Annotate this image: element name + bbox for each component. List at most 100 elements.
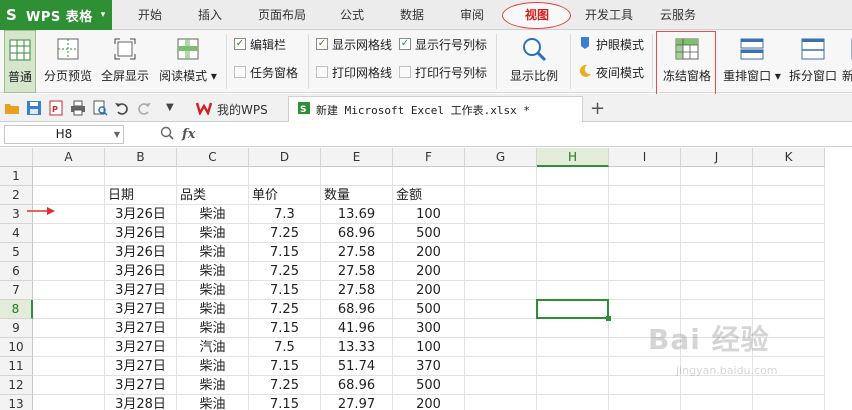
cell-h3[interactable] bbox=[537, 205, 609, 224]
cell-h4[interactable] bbox=[537, 224, 609, 243]
cell-a1[interactable] bbox=[33, 167, 105, 186]
insert-function-button[interactable]: fx bbox=[182, 127, 195, 142]
cell-b1[interactable] bbox=[105, 167, 177, 186]
column-header-h[interactable]: H bbox=[537, 148, 609, 167]
cell-f2[interactable]: 金额 bbox=[393, 186, 465, 205]
cell-k3[interactable] bbox=[753, 205, 825, 224]
cell-j8[interactable] bbox=[681, 300, 753, 319]
cell-a13[interactable] bbox=[33, 395, 105, 410]
cell-e5[interactable]: 27.58 bbox=[321, 243, 393, 262]
cell-j3[interactable] bbox=[681, 205, 753, 224]
cell-e4[interactable]: 68.96 bbox=[321, 224, 393, 243]
zoom-formula-icon[interactable] bbox=[160, 126, 174, 143]
cell-k13[interactable] bbox=[753, 395, 825, 410]
cell-b10[interactable]: 3月27日 bbox=[105, 338, 177, 357]
column-header-e[interactable]: E bbox=[321, 148, 393, 167]
cell-c4[interactable]: 柴油 bbox=[177, 224, 249, 243]
task-pane-toggle[interactable]: 任务窗格 bbox=[234, 63, 298, 81]
cell-e9[interactable]: 41.96 bbox=[321, 319, 393, 338]
cell-a12[interactable] bbox=[33, 376, 105, 395]
cell-k4[interactable] bbox=[753, 224, 825, 243]
row-header[interactable]: 4 bbox=[0, 224, 33, 243]
cell-g9[interactable] bbox=[465, 319, 537, 338]
cell-d11[interactable]: 7.15 bbox=[249, 357, 321, 376]
cell-f11[interactable]: 370 bbox=[393, 357, 465, 376]
cell-d2[interactable]: 单价 bbox=[249, 186, 321, 205]
cell-a6[interactable] bbox=[33, 262, 105, 281]
cell-c2[interactable]: 品类 bbox=[177, 186, 249, 205]
tab-start[interactable]: 开始 bbox=[126, 0, 174, 30]
tab-developer[interactable]: 开发工具 bbox=[578, 0, 640, 30]
cell-g2[interactable] bbox=[465, 186, 537, 205]
freeze-panes-button[interactable]: 冻结窗格 bbox=[660, 30, 714, 93]
reading-mode-button[interactable]: 阅读模式 ▾ bbox=[156, 30, 220, 93]
row-header[interactable]: 6 bbox=[0, 262, 33, 281]
cell-f5[interactable]: 200 bbox=[393, 243, 465, 262]
cell-i13[interactable] bbox=[609, 395, 681, 410]
cell-c3[interactable]: 柴油 bbox=[177, 205, 249, 224]
tab-view[interactable]: 视图 bbox=[508, 0, 566, 30]
cell-d7[interactable]: 7.15 bbox=[249, 281, 321, 300]
cell-j2[interactable] bbox=[681, 186, 753, 205]
cell-g3[interactable] bbox=[465, 205, 537, 224]
row-header[interactable]: 9 bbox=[0, 319, 33, 338]
row-header[interactable]: 8 bbox=[0, 300, 33, 319]
normal-view-button[interactable]: 普通 bbox=[4, 30, 36, 93]
row-header[interactable]: 1 bbox=[0, 167, 33, 186]
cell-b5[interactable]: 3月26日 bbox=[105, 243, 177, 262]
cell-i7[interactable] bbox=[609, 281, 681, 300]
cell-g13[interactable] bbox=[465, 395, 537, 410]
cell-k7[interactable] bbox=[753, 281, 825, 300]
print-icon[interactable] bbox=[70, 100, 86, 116]
cell-b12[interactable]: 3月27日 bbox=[105, 376, 177, 395]
cell-c12[interactable]: 柴油 bbox=[177, 376, 249, 395]
tab-cloud[interactable]: 云服务 bbox=[652, 0, 704, 30]
open-folder-icon[interactable] bbox=[4, 100, 20, 116]
cell-j5[interactable] bbox=[681, 243, 753, 262]
tab-data[interactable]: 数据 bbox=[388, 0, 436, 30]
cell-h5[interactable] bbox=[537, 243, 609, 262]
cell-k9[interactable] bbox=[753, 319, 825, 338]
cell-a10[interactable] bbox=[33, 338, 105, 357]
cell-k12[interactable] bbox=[753, 376, 825, 395]
column-header-k[interactable]: K bbox=[753, 148, 825, 167]
print-headers-toggle[interactable]: 打印行号列标 bbox=[399, 63, 487, 81]
cell-i1[interactable] bbox=[609, 167, 681, 186]
page-break-preview-button[interactable]: 分页预览 bbox=[42, 30, 94, 93]
customize-toolbar-chevron-icon[interactable]: ▼ bbox=[166, 100, 182, 116]
tab-review[interactable]: 审阅 bbox=[448, 0, 496, 30]
show-gridlines-toggle[interactable]: ✓ 显示网格线 bbox=[316, 35, 392, 53]
cell-g5[interactable] bbox=[465, 243, 537, 262]
export-pdf-icon[interactable]: P bbox=[48, 100, 64, 116]
column-header-g[interactable]: G bbox=[465, 148, 537, 167]
row-header[interactable]: 13 bbox=[0, 395, 33, 410]
cell-f9[interactable]: 300 bbox=[393, 319, 465, 338]
cell-d3[interactable]: 7.3 bbox=[249, 205, 321, 224]
cell-e12[interactable]: 68.96 bbox=[321, 376, 393, 395]
edit-bar-toggle[interactable]: ✓ 编辑栏 bbox=[234, 35, 286, 53]
cell-a7[interactable] bbox=[33, 281, 105, 300]
cell-d13[interactable]: 7.15 bbox=[249, 395, 321, 410]
zoom-button[interactable]: 显示比例 bbox=[504, 30, 564, 93]
tab-excel-document[interactable]: S 新建 Microsoft Excel 工作表.xlsx * bbox=[288, 96, 583, 122]
new-tab-button[interactable]: + bbox=[590, 98, 605, 119]
show-headers-toggle[interactable]: ✓ 显示行号列标 bbox=[399, 35, 487, 53]
cell-i12[interactable] bbox=[609, 376, 681, 395]
fullscreen-button[interactable]: 全屏显示 bbox=[99, 30, 151, 93]
split-window-button[interactable]: 拆分窗口 bbox=[786, 30, 840, 93]
cell-f10[interactable]: 100 bbox=[393, 338, 465, 357]
cell-c9[interactable]: 柴油 bbox=[177, 319, 249, 338]
cell-f13[interactable]: 200 bbox=[393, 395, 465, 410]
cell-d12[interactable]: 7.25 bbox=[249, 376, 321, 395]
cell-k8[interactable] bbox=[753, 300, 825, 319]
cell-c13[interactable]: 柴油 bbox=[177, 395, 249, 410]
cell-g1[interactable] bbox=[465, 167, 537, 186]
cell-e8[interactable]: 68.96 bbox=[321, 300, 393, 319]
cell-f8[interactable]: 500 bbox=[393, 300, 465, 319]
cell-d8[interactable]: 7.25 bbox=[249, 300, 321, 319]
row-header[interactable]: 7 bbox=[0, 281, 33, 300]
cell-f7[interactable]: 200 bbox=[393, 281, 465, 300]
cell-f6[interactable]: 200 bbox=[393, 262, 465, 281]
cell-f4[interactable]: 500 bbox=[393, 224, 465, 243]
print-gridlines-toggle[interactable]: 打印网格线 bbox=[316, 63, 392, 81]
